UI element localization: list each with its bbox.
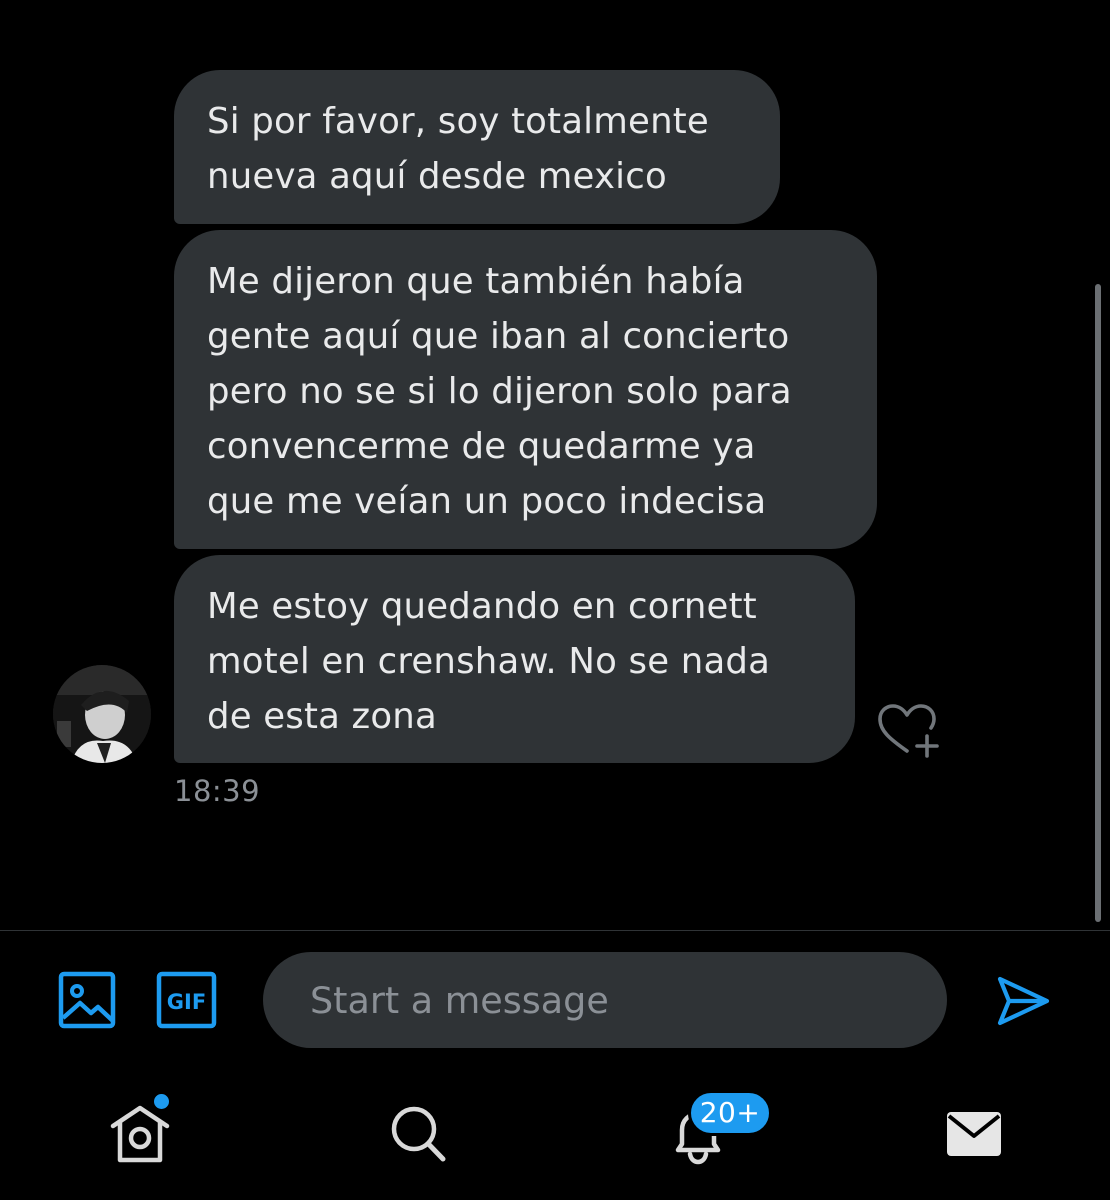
message-text-line: convencerme de quedarme ya — [207, 426, 756, 467]
send-button[interactable] — [995, 973, 1051, 1029]
message-text-line: gente aquí que iban al concierto — [207, 316, 790, 357]
message-composer[interactable] — [263, 952, 947, 1048]
search-icon — [391, 1106, 446, 1162]
notifications-badge: 20+ — [688, 1090, 772, 1136]
media-button[interactable] — [58, 971, 116, 1029]
message-bubble[interactable]: Si por favor, soy totalmente nueva aquí … — [174, 70, 780, 224]
message-text-line: motel en crenshaw. No se nada — [207, 641, 771, 682]
tab-messages[interactable] — [945, 1108, 1003, 1160]
send-icon — [997, 976, 1050, 1026]
home-unread-dot — [154, 1094, 169, 1109]
gif-button[interactable]: GIF — [156, 971, 217, 1029]
add-reaction-heart-icon[interactable] — [876, 703, 942, 761]
message-bubble[interactable]: Me dijeron que también había gente aquí … — [174, 230, 877, 549]
tab-search[interactable] — [389, 1104, 447, 1164]
scrollbar[interactable] — [1095, 284, 1101, 922]
message-input[interactable] — [310, 952, 910, 1048]
dm-conversation-screen: Si por favor, soy totalmente nueva aquí … — [0, 0, 1110, 1200]
message-timestamp: 18:39 — [174, 774, 261, 808]
message-text-line: que me veían un poco indecisa — [207, 481, 767, 522]
gif-icon: GIF — [156, 971, 217, 1029]
avatar-photo — [53, 665, 151, 763]
message-text-line: nueva aquí desde mexico — [207, 156, 667, 197]
gif-label: GIF — [167, 990, 206, 1014]
composer-divider — [0, 930, 1110, 931]
message-bubble[interactable]: Me estoy quedando en cornett motel en cr… — [174, 555, 855, 763]
message-text-line: Me dijeron que también había — [207, 261, 745, 302]
message-text-line: pero no se si lo dijeron solo para — [207, 371, 792, 412]
image-icon — [58, 971, 116, 1029]
message-text-line: de esta zona — [207, 696, 437, 737]
sender-avatar[interactable] — [53, 665, 151, 763]
message-text-line: Si por favor, soy totalmente — [207, 101, 709, 142]
heart-plus-icon — [878, 704, 939, 758]
message-text-line: Me estoy quedando en cornett — [207, 586, 757, 627]
envelope-icon — [947, 1112, 1001, 1156]
